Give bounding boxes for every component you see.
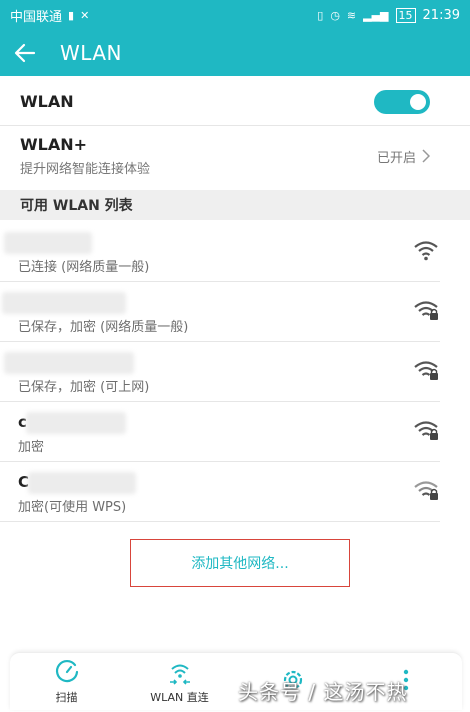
missed-call-icon: ✕ [80, 8, 90, 22]
wifi-locked-icon [414, 301, 438, 320]
wifi-direct-icon [169, 664, 190, 685]
network-item[interactable]: 已保存，加密 (可上网) [0, 342, 440, 402]
tab-scan-label: 扫描 [55, 690, 78, 704]
network-list: 已连接 (网络质量一般) 已保存，加密 (网络质量一般) 已保存，加密 (可上网… [0, 222, 470, 522]
wlan-plus-row[interactable]: WLAN+ 提升网络智能连接体验 已开启 [0, 128, 470, 184]
back-button[interactable] [0, 30, 50, 76]
page-title: WLAN [60, 41, 123, 65]
network-ssid: C [0, 470, 136, 494]
bottom-action-bar: 扫描 WLAN 直连 [10, 652, 462, 710]
network-ssid: c [0, 410, 130, 434]
vibrate-icon: ▯ [317, 8, 324, 22]
signal-icon: ▂▄▆ [363, 8, 389, 22]
network-status: 加密(可使用 WPS) [18, 500, 127, 515]
wlan-toggle-label: WLAN [20, 92, 74, 111]
wlan-plus-title: WLAN+ [20, 135, 88, 154]
wifi-locked-icon [414, 421, 438, 440]
section-header: 可用 WLAN 列表 [0, 190, 470, 220]
wlan-toggle-row[interactable]: WLAN [0, 78, 470, 126]
scan-icon [55, 659, 78, 682]
network-item[interactable]: 已连接 (网络质量一般) [0, 222, 440, 282]
network-ssid [0, 350, 134, 374]
alarm-icon: ◷ [330, 8, 340, 22]
app-bar: WLAN [0, 30, 470, 76]
redacted-ssid [2, 292, 126, 314]
tab-wifi-direct-label: WLAN 直连 [150, 690, 209, 704]
network-item[interactable]: C 加密(可使用 WPS) [0, 462, 440, 522]
network-ssid [0, 230, 130, 254]
wifi-locked-icon [414, 481, 438, 500]
tab-scan[interactable]: 扫描 [10, 653, 123, 710]
network-ssid [0, 290, 130, 314]
redacted-ssid [28, 472, 136, 494]
settings-icon [283, 670, 302, 689]
add-network-label: 添加其他网络... [191, 556, 289, 572]
network-status: 已保存，加密 (网络质量一般) [18, 320, 189, 335]
network-status: 已连接 (网络质量一般) [18, 260, 150, 275]
clock: 21:39 [422, 7, 460, 23]
battery-icon: 15 [395, 7, 416, 23]
wlan-toggle-switch[interactable] [374, 89, 430, 114]
carrier-label: 中国联通 [10, 9, 63, 25]
add-other-network-button[interactable]: 添加其他网络... [130, 539, 350, 587]
tab-more[interactable] [349, 653, 462, 710]
status-bar: 中国联通 ▮ ✕ ▯ ◷ ≋ ▂▄▆ 15 21:39 [0, 0, 470, 30]
wlan-plus-status: 已开启 [376, 150, 416, 166]
wifi-signal-icon [414, 241, 438, 261]
chevron-right-icon [422, 149, 430, 163]
wlan-plus-value: 已开启 [377, 147, 430, 166]
network-status: 加密 [18, 440, 45, 455]
redacted-ssid [4, 352, 134, 374]
wlan-plus-subtitle: 提升网络智能连接体验 [20, 162, 151, 177]
network-status: 已保存，加密 (可上网) [18, 380, 150, 395]
network-item[interactable]: c 加密 [0, 402, 440, 462]
network-item[interactable]: 已保存，加密 (网络质量一般) [0, 282, 440, 342]
wifi-status-icon: ≋ [346, 8, 357, 22]
tab-settings[interactable] [236, 653, 349, 710]
arrow-left-icon [14, 43, 36, 63]
redacted-ssid [4, 232, 92, 254]
wifi-locked-icon [414, 361, 438, 380]
more-icon [403, 669, 408, 690]
sim-icon: ▮ [68, 8, 75, 22]
toggle-knob [410, 93, 426, 110]
tab-wifi-direct[interactable]: WLAN 直连 [123, 653, 236, 710]
battery-level: 15 [398, 8, 413, 22]
redacted-ssid [26, 412, 126, 434]
